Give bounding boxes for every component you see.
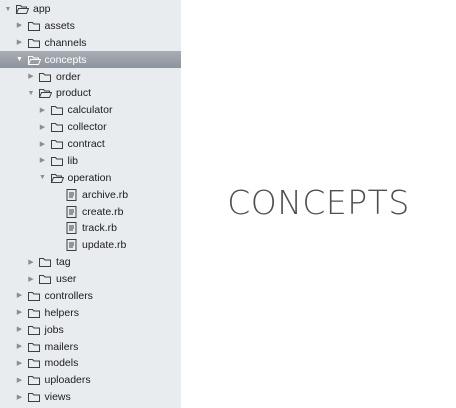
disclosure-collapsed-icon[interactable]: ▶ [15,355,25,372]
tree-folder-contract[interactable]: ▶ contract [0,136,181,153]
tree-file-archive-rb[interactable]: archive.rb [0,186,181,203]
tree-item-label: controllers [44,289,93,302]
tree-item-label: collector [67,121,107,134]
tree-folder-collector[interactable]: ▶ collector [0,119,181,136]
tree-file-update-rb[interactable]: update.rb [0,237,181,254]
folder-icon [27,290,41,302]
tree-folder-app[interactable]: ▼ app [0,1,181,18]
tree-item-label: contract [67,138,105,151]
folder-icon [50,121,64,133]
tree-item-label: update.rb [82,239,127,252]
tree-folder-assets[interactable]: ▶ assets [0,17,181,34]
disclosure-collapsed-icon[interactable]: ▶ [15,304,25,321]
tree-item-label: create.rb [82,205,124,218]
tree-item-label: order [56,70,81,83]
folder-icon [27,37,41,49]
tree-folder-views[interactable]: ▶ views [0,389,181,406]
tree-item-label: app [33,3,51,15]
tree-item-label: archive.rb [82,188,129,201]
tree-folder-user[interactable]: ▶ user [0,271,181,288]
disclosure-collapsed-icon[interactable]: ▶ [26,68,36,85]
tree-item-label: models [44,357,79,370]
disclosure-collapsed-icon[interactable]: ▶ [38,152,48,169]
tree-item-label: channels [44,36,87,49]
tree-item-label: jobs [44,323,64,336]
disclosure-collapsed-icon[interactable]: ▶ [38,136,48,153]
folder-icon [38,273,52,285]
disclosure-collapsed-icon[interactable]: ▶ [15,34,25,51]
tree-item-label: operation [67,171,112,184]
disclosure-collapsed-icon[interactable]: ▶ [15,17,25,34]
folder-open-icon [15,3,30,15]
ruby-file-icon [66,205,77,218]
folder-open-icon [50,172,64,184]
folder-icon [27,391,41,403]
disclosure-collapsed-icon[interactable]: ▶ [26,254,36,271]
folder-icon [38,71,52,83]
folder-icon [27,341,41,353]
tree-folder-operation[interactable]: ▼ operation [0,169,181,186]
disclosure-collapsed-icon[interactable]: ▶ [38,102,48,119]
tree-folder-calculator[interactable]: ▶ calculator [0,102,181,119]
ruby-file-icon [66,188,77,201]
disclosure-collapsed-icon[interactable]: ▶ [15,372,25,389]
folder-icon [27,374,41,386]
tree-item-label: user [56,273,77,286]
disclosure-collapsed-icon[interactable]: ▶ [26,271,36,288]
tree-folder-models[interactable]: ▶ models [0,355,181,372]
tree-folder-jobs[interactable]: ▶ jobs [0,321,181,338]
ruby-file-icon [66,239,77,252]
tree-item-label: helpers [44,306,79,319]
disclosure-collapsed-icon[interactable]: ▶ [15,321,25,338]
folder-icon [50,104,64,116]
tree-item-label: tag [56,256,71,269]
tree-file-track-rb[interactable]: track.rb [0,220,181,237]
disclosure-collapsed-icon[interactable]: ▶ [15,338,25,355]
tree-item-label: calculator [67,104,113,117]
disclosure-expanded-icon[interactable]: ▼ [26,85,36,102]
folder-icon [50,138,64,150]
folder-icon [50,155,64,167]
tree-folder-tag[interactable]: ▶ tag [0,254,181,271]
disclosure-collapsed-icon[interactable]: ▶ [15,389,25,406]
tree-item-label: views [44,391,71,404]
tree-item-label: mailers [44,340,79,353]
tree-file-create-rb[interactable]: create.rb [0,203,181,220]
page-title: CONCEPTS [227,183,410,222]
folder-icon [27,324,41,336]
disclosure-expanded-icon[interactable]: ▼ [3,1,13,18]
tree-folder-controllers[interactable]: ▶ controllers [0,287,181,304]
tree-item-label: concepts [44,53,87,66]
tree-folder-channels[interactable]: ▶ channels [0,34,181,51]
folder-icon [27,307,41,319]
tree-folder-concepts[interactable]: ▼ concepts [0,51,181,69]
ruby-file-icon [66,222,77,235]
disclosure-collapsed-icon[interactable]: ▶ [15,287,25,304]
disclosure-expanded-icon[interactable]: ▼ [15,51,25,68]
folder-icon [27,20,41,32]
tree-item-label: track.rb [82,222,118,235]
tree-item-label: assets [44,19,75,32]
file-tree-sidebar: ▼ app ▶ assets ▶ channels ▼ concepts ▶ order ▼ prod… [0,0,181,408]
folder-icon [27,357,41,369]
tree-item-label: uploaders [44,374,91,387]
tree-folder-mailers[interactable]: ▶ mailers [0,338,181,355]
tree-folder-lib[interactable]: ▶ lib [0,152,181,169]
tree-folder-uploaders[interactable]: ▶ uploaders [0,372,181,389]
tree-folder-helpers[interactable]: ▶ helpers [0,304,181,321]
folder-open-icon [38,87,53,99]
tree-folder-product[interactable]: ▼ product [0,85,181,102]
tree-item-label: lib [67,154,79,167]
disclosure-expanded-icon[interactable]: ▼ [38,169,48,186]
tree-folder-order[interactable]: ▶ order [0,68,181,85]
folder-icon [38,256,52,268]
folder-open-icon [27,54,41,66]
tree-item-label: product [56,87,92,100]
disclosure-collapsed-icon[interactable]: ▶ [38,119,48,136]
